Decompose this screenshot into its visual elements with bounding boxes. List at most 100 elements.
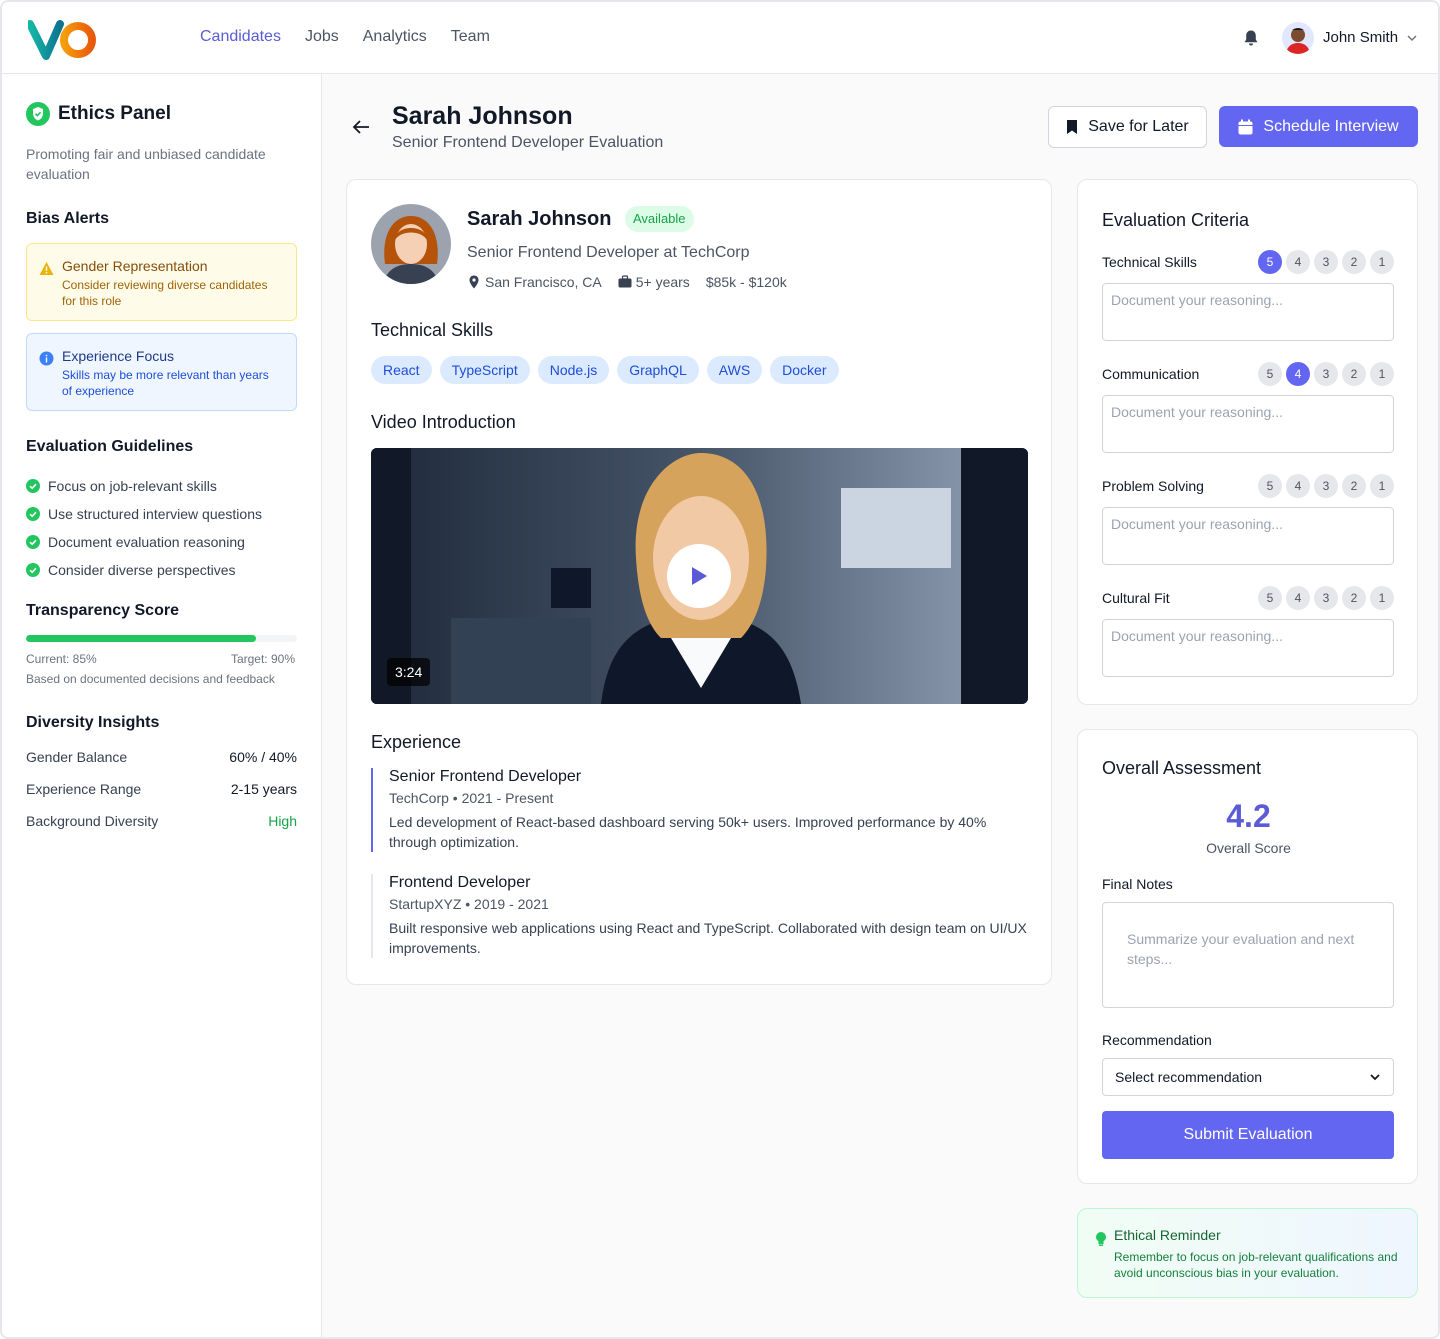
criterion-label: Technical Skills [1102, 254, 1197, 270]
availability-badge: Available [625, 206, 694, 232]
diversity-row-experience: Experience Range 2-15 years [26, 781, 297, 797]
reasoning-input[interactable] [1102, 283, 1394, 341]
assessment-title: Overall Assessment [1102, 758, 1262, 778]
overall-score-label: Overall Score [1206, 840, 1291, 856]
location-meta: San Francisco, CA [467, 274, 602, 290]
lightbulb-icon [1096, 1232, 1106, 1246]
criterion-problem-solving: Problem Solving 5 4 3 2 1 [1102, 474, 1394, 570]
salary-meta: $85k - $120k [706, 274, 787, 290]
play-button[interactable] [667, 544, 731, 608]
guideline-text: Focus on job-relevant skills [48, 478, 217, 494]
guideline-text: Use structured interview questions [48, 506, 262, 522]
rating-option[interactable]: 5 [1258, 474, 1282, 498]
candidate-role: Senior Frontend Developer at TechCorp [467, 244, 750, 261]
user-name[interactable]: John Smith [1323, 29, 1398, 46]
guideline-text: Consider diverse perspectives [48, 562, 236, 578]
alert-text: Consider reviewing diverse candidates fo… [62, 278, 268, 308]
rating-option[interactable]: 2 [1342, 362, 1366, 386]
rating-option[interactable]: 2 [1342, 474, 1366, 498]
reasoning-input[interactable] [1102, 395, 1394, 453]
recommendation-select[interactable]: Select recommendation [1102, 1058, 1394, 1096]
check-circle-icon [26, 535, 40, 549]
rating-scale: 54321 [1258, 586, 1394, 610]
diversity-value: 60% / 40% [229, 749, 297, 765]
nav-candidates[interactable]: Candidates [200, 28, 281, 46]
job-description: Built responsive web applications using … [389, 920, 1027, 956]
rating-scale: 54321 [1258, 362, 1394, 386]
alert-title: Gender Representation [62, 258, 208, 274]
rating-option[interactable]: 5 [1258, 250, 1282, 274]
rating-option[interactable]: 1 [1370, 362, 1394, 386]
save-for-later-label: Save for Later [1088, 118, 1189, 135]
user-avatar[interactable] [1282, 22, 1314, 54]
rating-option[interactable]: 2 [1342, 250, 1366, 274]
video-player[interactable]: 3:24 [371, 448, 1028, 704]
nav-analytics[interactable]: Analytics [363, 28, 427, 46]
rating-option[interactable]: 3 [1314, 474, 1338, 498]
skills-list: React TypeScript Node.js GraphQL AWS Doc… [371, 356, 839, 384]
briefcase-icon [618, 275, 632, 288]
criterion-label: Communication [1102, 366, 1200, 382]
guideline-item: Use structured interview questions [26, 500, 262, 528]
shield-check-icon [26, 102, 50, 126]
schedule-interview-button[interactable]: Schedule Interview [1219, 106, 1418, 147]
experience-item: Senior Frontend Developer TechCorp • 202… [371, 768, 1031, 852]
skill-chip: React [371, 356, 432, 384]
video-heading: Video Introduction [371, 412, 516, 432]
rating-option[interactable]: 1 [1370, 474, 1394, 498]
guidelines-list: Focus on job-relevant skills Use structu… [26, 472, 262, 584]
rating-option[interactable]: 5 [1258, 586, 1282, 610]
rating-option[interactable]: 5 [1258, 362, 1282, 386]
skill-chip: Node.js [537, 356, 610, 384]
candidate-name: Sarah Johnson [467, 208, 612, 230]
criterion-label: Problem Solving [1102, 478, 1204, 494]
arrow-left-icon[interactable] [351, 118, 371, 136]
bias-alerts-heading: Bias Alerts [26, 210, 109, 227]
map-pin-icon [469, 275, 479, 289]
job-company: StartupXYZ • 2019 - 2021 [389, 896, 549, 912]
warning-icon [39, 262, 54, 275]
rating-scale: 54321 [1258, 250, 1394, 274]
video-duration: 3:24 [387, 658, 431, 686]
final-notes-input[interactable] [1102, 902, 1394, 1008]
rating-option[interactable]: 2 [1342, 586, 1366, 610]
criterion-communication: Communication 5 4 3 2 1 [1102, 362, 1394, 458]
rating-option[interactable]: 4 [1286, 250, 1310, 274]
reasoning-input[interactable] [1102, 507, 1394, 565]
recommendation-label: Recommendation [1102, 1032, 1212, 1048]
rating-option[interactable]: 1 [1370, 586, 1394, 610]
calendar-icon [1238, 119, 1253, 134]
ethics-panel-description: Promoting fair and unbiased candidate ev… [26, 146, 266, 182]
reasoning-input[interactable] [1102, 619, 1394, 677]
submit-evaluation-button[interactable]: Submit Evaluation [1102, 1111, 1394, 1159]
brand-logo[interactable] [28, 18, 98, 60]
nav-team[interactable]: Team [451, 28, 490, 46]
transparency-current: Current: 85% [26, 652, 97, 666]
skill-chip: GraphQL [617, 356, 699, 384]
guideline-item: Consider diverse perspectives [26, 556, 262, 584]
save-for-later-button[interactable]: Save for Later [1048, 106, 1207, 148]
check-circle-icon [26, 563, 40, 577]
ethics-panel-heading: Ethics Panel [58, 103, 171, 124]
rating-option[interactable]: 1 [1370, 250, 1394, 274]
experience-heading: Experience [371, 732, 462, 752]
bell-icon[interactable] [1242, 29, 1260, 47]
rating-option[interactable]: 3 [1314, 362, 1338, 386]
chevron-down-icon[interactable] [1406, 32, 1418, 44]
rating-option[interactable]: 3 [1314, 586, 1338, 610]
job-title: Senior Frontend Developer [389, 768, 582, 785]
diversity-value: 2-15 years [230, 781, 297, 797]
guideline-item: Document evaluation reasoning [26, 528, 262, 556]
candidate-avatar [371, 204, 451, 284]
rating-option[interactable]: 4 [1286, 586, 1310, 610]
rating-option[interactable]: 4 [1286, 362, 1310, 386]
job-description: Led development of React-based dashboard… [389, 814, 987, 850]
guidelines-heading: Evaluation Guidelines [26, 438, 194, 455]
chevron-down-icon [1370, 1074, 1380, 1081]
guideline-text: Document evaluation reasoning [48, 534, 245, 550]
nav-jobs[interactable]: Jobs [305, 28, 339, 46]
diversity-value: High [268, 813, 297, 829]
rating-option[interactable]: 3 [1314, 250, 1338, 274]
criterion-label: Cultural Fit [1102, 590, 1170, 606]
rating-option[interactable]: 4 [1286, 474, 1310, 498]
